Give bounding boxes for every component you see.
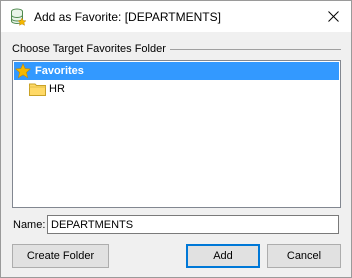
tree-item-label: HR — [49, 83, 65, 95]
folder-icon — [29, 83, 46, 96]
star-icon — [15, 63, 31, 79]
window-title: Add as Favorite: [DEPARTMENTS] — [34, 10, 221, 24]
title-bar: Add as Favorite: [DEPARTMENTS] — [1, 1, 351, 32]
tree-item-label: Favorites — [35, 65, 84, 77]
tree-item-hr[interactable]: HR — [29, 80, 65, 98]
tree-item-favorites[interactable]: Favorites — [14, 62, 339, 80]
add-favorite-dialog: Add as Favorite: [DEPARTMENTS] Choose Ta… — [0, 0, 352, 278]
name-input[interactable] — [47, 215, 339, 234]
add-button[interactable]: Add — [186, 244, 260, 268]
database-favorite-icon — [11, 8, 26, 26]
close-icon — [327, 11, 339, 22]
name-label: Name: — [13, 219, 46, 231]
create-folder-button[interactable]: Create Folder — [12, 244, 109, 268]
cancel-button[interactable]: Cancel — [267, 244, 341, 268]
favorites-tree[interactable]: Favorites HR — [12, 60, 341, 208]
group-divider — [170, 49, 341, 50]
folder-group-label: Choose Target Favorites Folder — [12, 43, 166, 55]
close-button[interactable] — [315, 1, 351, 32]
